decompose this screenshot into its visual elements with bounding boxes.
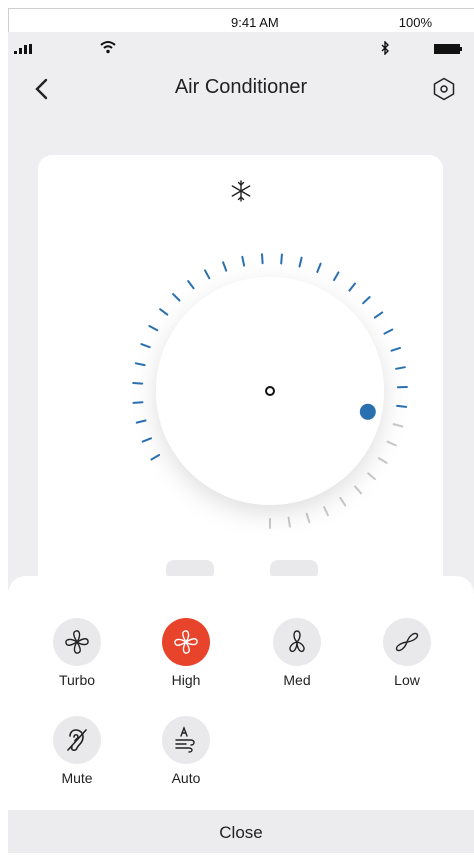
fan-speed-label: Med [283, 672, 311, 688]
fan-speed-med[interactable]: Med [263, 618, 331, 688]
page-title: Air Conditioner [174, 76, 308, 98]
frame-border [0, 853, 474, 867]
dial-tick [390, 346, 401, 352]
fan-speed-label: Turbo [58, 672, 96, 688]
dial-tick [204, 269, 211, 280]
dial-tick [367, 472, 376, 481]
dial-tick [187, 280, 195, 290]
dial-tick [298, 256, 303, 268]
dial-knob[interactable] [156, 277, 384, 505]
fan-speed-auto[interactable]: Auto [152, 716, 220, 786]
dial-tick [132, 382, 144, 385]
wifi-icon [100, 41, 116, 54]
fan-circle [53, 618, 101, 666]
mute-ear-icon [67, 729, 87, 752]
dial-tick [140, 343, 151, 349]
bluetooth-icon [381, 41, 389, 55]
dial-tick [383, 328, 394, 335]
dial-tick [305, 512, 311, 524]
dial-tick [354, 485, 363, 495]
battery-icon [434, 44, 462, 54]
dial-tick [261, 253, 264, 265]
dial-handle[interactable] [359, 403, 376, 420]
fan-speed-turbo[interactable]: Turbo [43, 618, 111, 688]
signal-icon [14, 44, 32, 54]
status-bar: 9:41 AM 100% [8, 8, 474, 32]
fan-circle-active [162, 618, 210, 666]
dial-tick [396, 404, 408, 408]
battery-percent: 100% [398, 15, 432, 30]
fan-speed-high[interactable]: High [152, 618, 220, 688]
dial-tick [395, 366, 406, 370]
frame-border [0, 0, 8, 867]
frame-border [0, 0, 474, 8]
thermostat-card [38, 155, 443, 625]
close-button[interactable]: Close [8, 810, 474, 856]
app-screen: 9:41 AM 100% Air Conditioner Turbo High … [0, 0, 474, 867]
nav-header: Air Conditioner [8, 60, 474, 118]
dial-tick [150, 454, 161, 461]
med-fan-icon [289, 630, 305, 653]
high-fan-icon [174, 630, 198, 654]
fan-circle [383, 618, 431, 666]
dial-tick [392, 423, 404, 428]
status-time: 9:41 AM [231, 15, 279, 30]
dial-tick [316, 262, 322, 273]
dial-tick [241, 255, 246, 267]
temperature-dial[interactable] [38, 155, 443, 625]
fan-circle [53, 716, 101, 764]
dial-tick [287, 516, 291, 528]
fan-speed-label: Low [394, 672, 420, 688]
auto-wind-icon [175, 726, 195, 753]
dial-tick [339, 496, 347, 507]
dial-tick [377, 457, 388, 464]
dial-tick [348, 282, 356, 292]
settings-hexagon-icon[interactable] [432, 77, 456, 101]
dial-tick [172, 293, 181, 302]
low-fan-icon [395, 632, 419, 652]
status-icons [8, 32, 474, 60]
dial-tick [323, 506, 329, 517]
fan-speed-label: Mute [61, 770, 93, 786]
dial-tick [134, 362, 146, 367]
dial-tick [333, 271, 340, 282]
fan-circle [273, 618, 321, 666]
fan-speed-label: Auto [171, 770, 201, 786]
dial-tick [222, 261, 228, 272]
dial-tick [386, 440, 397, 447]
dial-tick [373, 311, 384, 319]
fan-circle [162, 716, 210, 764]
fan-speed-low[interactable]: Low [373, 618, 441, 688]
dial-tick [280, 253, 283, 265]
dial-tick [362, 296, 371, 305]
dial-tick [135, 419, 147, 424]
dial-tick [141, 437, 152, 443]
dial-tick [132, 401, 144, 404]
fan-speed-label: High [171, 672, 201, 688]
dial-tick [148, 325, 159, 332]
turbo-fan-icon [65, 630, 89, 654]
dial-tick [159, 308, 169, 316]
fan-speed-mute[interactable]: Mute [43, 716, 111, 786]
